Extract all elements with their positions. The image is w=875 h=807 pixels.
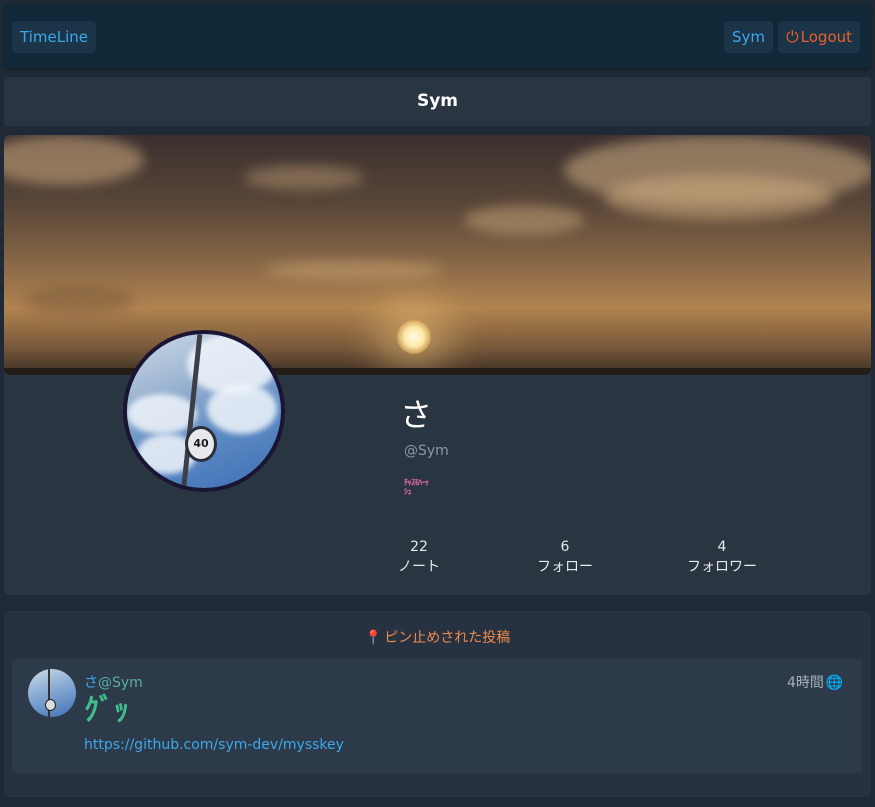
user-acct: @Sym [404, 443, 449, 459]
display-name: さ [400, 396, 433, 434]
top-navbar: TimeLine Sym ⏻ Logout [4, 4, 871, 68]
user-button[interactable]: Sym [724, 21, 774, 53]
stat-notes-label: ノート [398, 559, 440, 575]
note-timestamp[interactable]: 4時間 🌐 [787, 672, 843, 692]
logout-button[interactable]: ⏻ Logout [778, 21, 861, 53]
pinned-header-label: ピン止めされた投稿 [384, 630, 511, 646]
stat-followers-label: フォロワー [687, 559, 757, 575]
stat-followers-count: 4 [717, 539, 727, 555]
stat-following-label: フォロー [537, 559, 593, 575]
globe-icon: 🌐 [825, 675, 844, 691]
note-time-label: 4時間 [787, 675, 824, 691]
power-icon: ⏻ [786, 27, 799, 46]
note-author-acct[interactable]: @Sym [98, 675, 143, 691]
avatar: 40 [123, 330, 285, 492]
stat-followers[interactable]: 4 フォロワー [672, 538, 772, 578]
note-author-name[interactable]: さ [84, 675, 98, 691]
page-title: Sym [4, 77, 871, 126]
note-author-avatar[interactable] [28, 669, 76, 717]
note-custom-emoji: ｸﾞｯ [84, 693, 129, 728]
stat-notes[interactable]: 22 ノート [369, 538, 469, 578]
pinned-header: 📍 ピン止めされた投稿 [0, 627, 875, 647]
custom-emoji: ﾁｬｽﾓﾊｰｯｼｭ [404, 478, 429, 496]
stat-notes-count: 22 [410, 539, 428, 555]
stat-following[interactable]: 6 フォロー [515, 538, 615, 578]
pin-icon: 📍 [364, 630, 383, 646]
stat-following-count: 6 [560, 539, 570, 555]
profile-card: 22 ノート 6 フォロー 4 フォロワー [4, 135, 871, 595]
logout-label: Logout [800, 28, 853, 46]
profile-banner-image [4, 135, 871, 375]
note-link[interactable]: https://github.com/sym-dev/mysskey [84, 737, 344, 753]
note-author[interactable]: さ@Sym [84, 672, 143, 692]
timeline-button[interactable]: TimeLine [12, 21, 96, 53]
sun-image [397, 320, 431, 354]
